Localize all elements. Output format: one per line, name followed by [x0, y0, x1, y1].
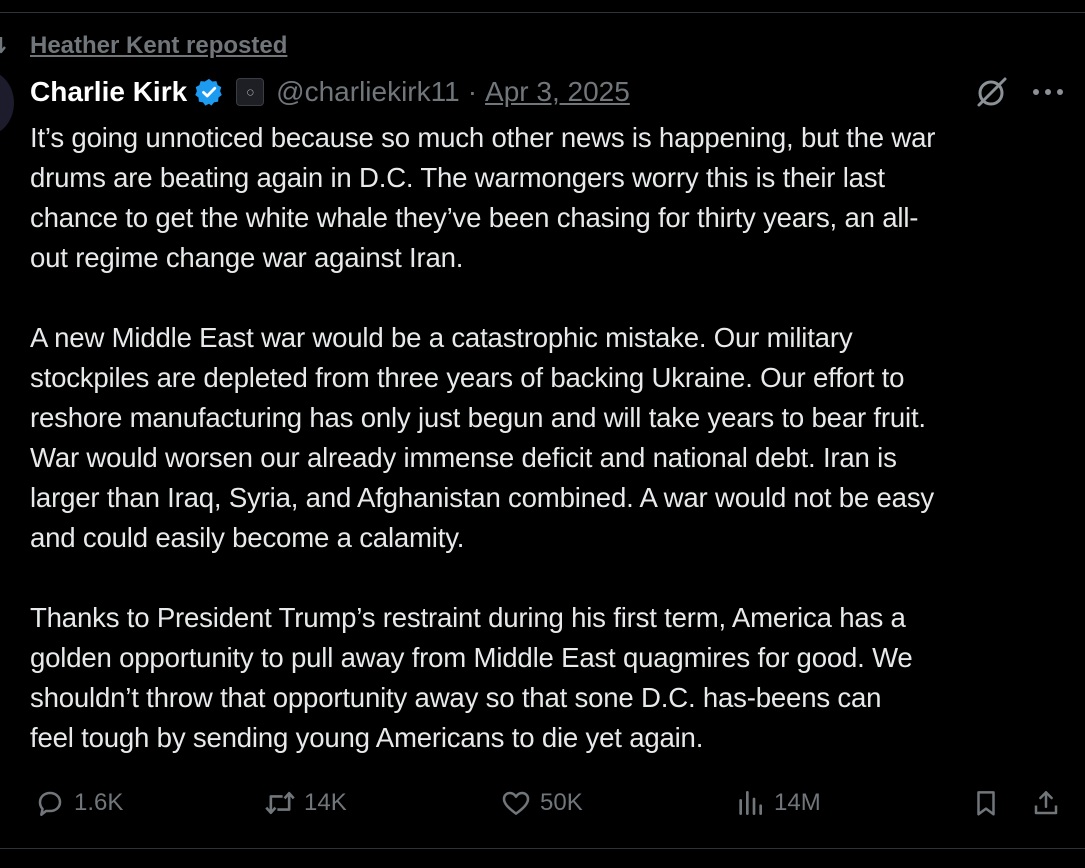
repost-context: Heather Kent reposted — [0, 30, 287, 62]
views-icon — [732, 785, 768, 821]
like-button[interactable]: 50K — [498, 784, 583, 822]
bottom-divider — [0, 848, 1085, 849]
top-divider — [0, 12, 1085, 13]
affiliation-badge-icon[interactable]: ◯ — [236, 78, 265, 106]
share-icon — [1028, 785, 1064, 821]
tweet-paragraph: A new Middle East war would be a catastr… — [30, 322, 935, 553]
tweet-paragraph: It’s going unnoticed because so much oth… — [30, 122, 936, 273]
repost-context-icon — [0, 35, 11, 57]
repost-count: 14K — [304, 789, 347, 816]
more-icon[interactable] — [1028, 78, 1068, 106]
grok-icon[interactable] — [974, 74, 1010, 110]
reply-count: 1.6K — [74, 789, 124, 816]
views-button[interactable]: 14M — [732, 784, 821, 822]
reply-button[interactable]: 1.6K — [32, 784, 123, 822]
tweet-paragraph: Thanks to President Trump’s restraint du… — [30, 602, 913, 753]
heart-icon — [498, 785, 534, 821]
bookmark-icon — [968, 785, 1004, 821]
share-button[interactable] — [1028, 784, 1064, 822]
separator-dot: · — [467, 76, 478, 107]
repost-button[interactable]: 14K — [262, 784, 347, 822]
tweet-header: Charlie Kirk ◯ @charliekirk11 · Apr 3, 2… — [30, 72, 630, 112]
reply-icon — [32, 785, 68, 821]
verified-badge-icon[interactable] — [194, 76, 226, 108]
tweet-date-link[interactable]: Apr 3, 2025 — [485, 76, 630, 108]
views-count: 14M — [774, 789, 821, 816]
bookmark-button[interactable] — [968, 784, 1004, 822]
reposted-by-link[interactable]: Heather Kent reposted — [30, 32, 287, 60]
avatar[interactable] — [0, 70, 14, 136]
repost-icon — [262, 785, 298, 821]
author-handle[interactable]: @charliekirk11 — [276, 76, 460, 108]
author-name[interactable]: Charlie Kirk — [30, 76, 187, 108]
tweet-text: It’s going unnoticed because so much oth… — [30, 118, 1078, 758]
like-count: 50K — [540, 789, 583, 816]
